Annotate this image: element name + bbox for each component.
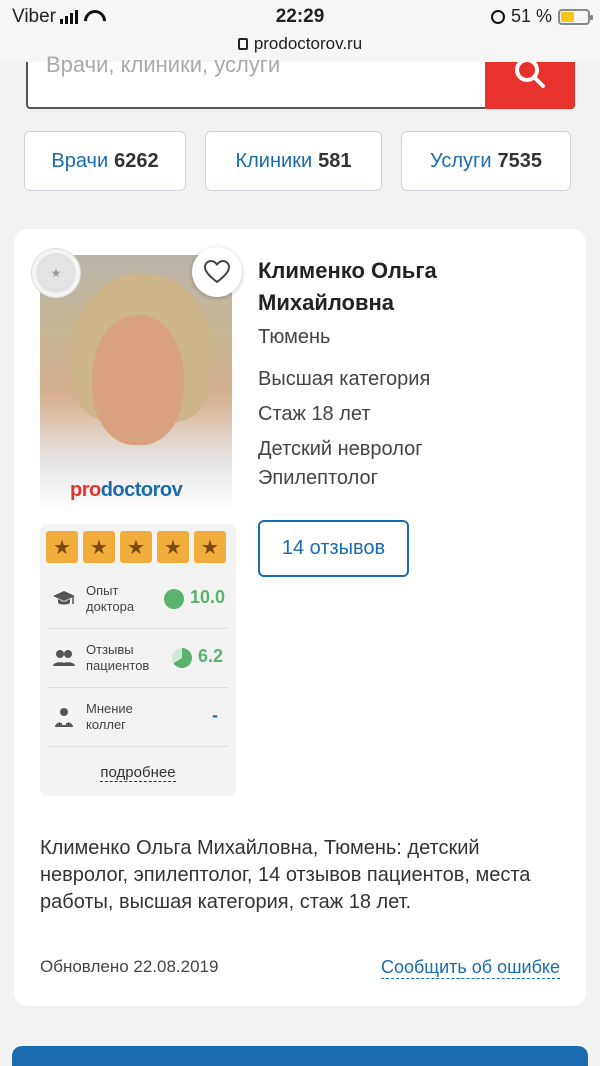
rating-panel: ★ ★ ★ ★ ★ Опыт доктора 10.0 Отзывы пацие… xyxy=(40,524,236,796)
chip-services-count: 7535 xyxy=(497,149,543,172)
metric-label-line2: доктора xyxy=(86,599,135,614)
url-text: prodoctorov.ru xyxy=(253,34,363,53)
reviews-button[interactable]: 14 отзывов xyxy=(258,520,409,577)
favorite-button[interactable] xyxy=(192,247,242,297)
star-rating: ★ ★ ★ ★ ★ xyxy=(46,531,226,563)
chip-doctors-label: Врачи xyxy=(51,149,109,172)
updated-date: Обновлено 22.08.2019 xyxy=(40,957,219,976)
metric-colleagues: Мнение коллег - xyxy=(48,689,228,747)
star-icon: ★ xyxy=(194,531,226,563)
metric-value: 6.2 xyxy=(198,646,224,666)
people-icon xyxy=(53,650,75,666)
more-link-wrap: подробнее xyxy=(40,764,236,782)
address-bar[interactable]: prodoctorov.ru xyxy=(0,34,600,54)
doctor-category: Высшая категория xyxy=(258,368,431,390)
doctor-card: prodoctorov ★ Клименко Ольга Михайловна … xyxy=(14,229,586,1006)
chip-doctors-count: 6262 xyxy=(114,149,159,172)
metric-label-line1: Мнение xyxy=(86,701,133,716)
metric-label: Мнение коллег xyxy=(86,701,133,733)
award-badge-icon: ★ xyxy=(32,249,80,297)
metric-label: Опыт доктора xyxy=(86,583,134,615)
metric-value: 10.0 xyxy=(190,587,226,607)
doctor-icon xyxy=(55,708,73,727)
doctor-city: Тюмень xyxy=(258,326,331,348)
heart-icon xyxy=(204,260,230,284)
metric-label-line1: Отзывы xyxy=(86,642,134,657)
battery-icon xyxy=(558,8,593,25)
search-icon xyxy=(515,62,545,88)
star-icon: ★ xyxy=(157,531,189,563)
photo-face xyxy=(92,315,184,445)
doctor-name-line2: Михайловна xyxy=(258,290,395,315)
star-icon: ★ xyxy=(120,531,152,563)
orientation-lock-icon xyxy=(490,9,505,24)
star-icon: ★ xyxy=(83,531,115,563)
partial-circle-indicator xyxy=(172,648,192,668)
metric-label: Отзывы пациентов xyxy=(86,642,149,674)
search-bar: Врачи, клиники, услуги xyxy=(26,52,575,109)
doctor-experience: Стаж 18 лет xyxy=(258,403,371,425)
battery-percent: 51 % xyxy=(510,6,552,26)
metric-label-line1: Опыт xyxy=(86,583,119,598)
doctor-name-line1: Клименко Ольга xyxy=(258,258,437,283)
more-link[interactable]: подробнее xyxy=(100,764,176,782)
chip-services-label: Услуги xyxy=(429,149,492,172)
search-input[interactable]: Врачи, клиники, услуги xyxy=(46,52,280,78)
chip-doctors[interactable]: Врачи 6262 xyxy=(24,131,186,191)
metric-value: - xyxy=(212,705,218,725)
chip-clinics-count: 581 xyxy=(318,149,352,172)
star-icon: ★ xyxy=(46,531,78,563)
doctor-description: Клименко Ольга Михайловна, Тюмень: детск… xyxy=(40,837,531,913)
metric-label-line2: пациентов xyxy=(86,658,150,673)
chip-services[interactable]: Услуги 7535 xyxy=(401,131,571,191)
full-circle-indicator xyxy=(164,589,184,609)
chip-clinics[interactable]: Клиники 581 xyxy=(205,131,382,191)
report-error-link[interactable]: Сообщить об ошибке xyxy=(380,957,560,979)
logo-doctorov: doctorov xyxy=(100,479,183,501)
chip-clinics-label: Клиники xyxy=(235,149,313,172)
logo-pro: pro xyxy=(70,479,101,501)
photo-watermark-logo: prodoctorov xyxy=(70,479,183,502)
graduation-cap-icon xyxy=(53,591,75,605)
doctor-name[interactable]: Клименко Ольга Михайловна xyxy=(258,255,558,319)
metric-experience: Опыт доктора 10.0 xyxy=(48,571,228,629)
doctor-specialty-1: Детский невролог xyxy=(258,438,423,460)
search-button[interactable] xyxy=(485,62,575,109)
metric-patient-reviews: Отзывы пациентов 6.2 xyxy=(48,630,228,688)
bottom-action-bar[interactable] xyxy=(12,1046,588,1066)
status-right: 51 % xyxy=(490,6,593,27)
lock-icon xyxy=(237,38,248,50)
doctor-specialty-2: Эпилептолог xyxy=(258,467,378,489)
metric-label-line2: коллег xyxy=(86,717,126,732)
